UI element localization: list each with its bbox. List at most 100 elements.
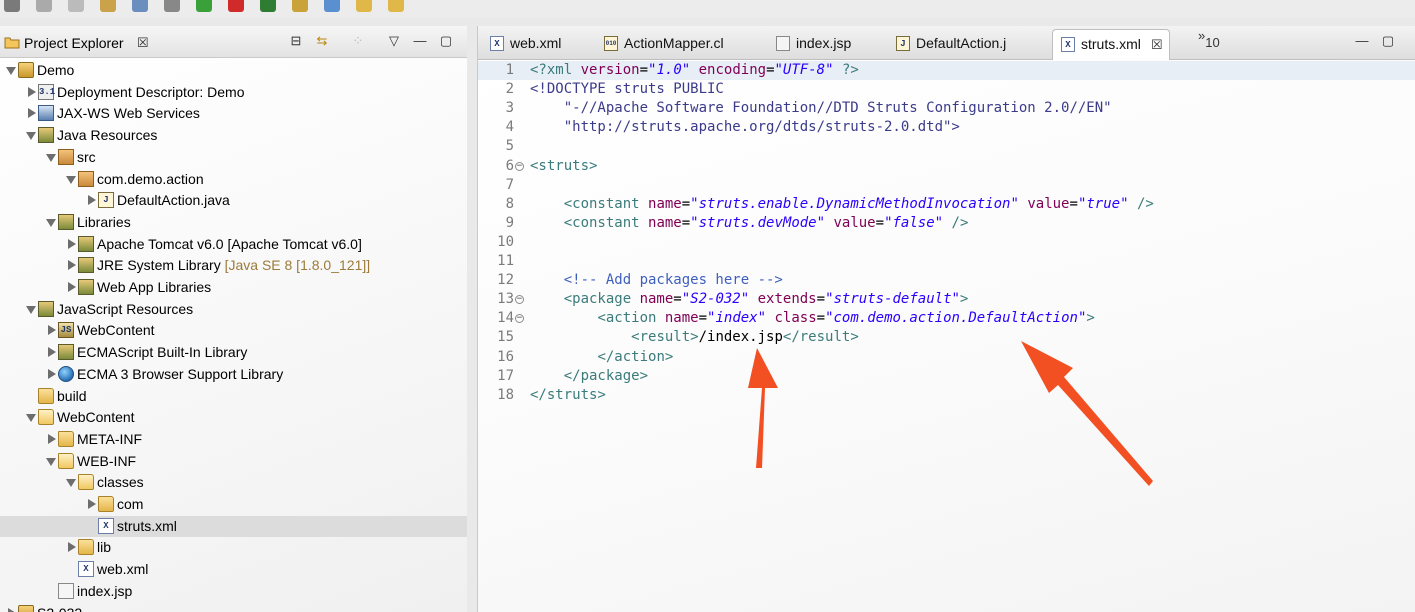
collapse-all-icon[interactable]: ⊟ [288, 34, 304, 48]
tree-item-label: META-INF [77, 430, 143, 447]
tree-item[interactable]: Demo [0, 60, 467, 81]
close-icon[interactable]: ☒ [137, 35, 149, 51]
tree-item[interactable]: Xstruts.xml [0, 515, 467, 537]
code-line[interactable]: 11 [478, 252, 1415, 271]
search-icon[interactable] [164, 0, 180, 12]
editor-minimize-icon[interactable]: — [1354, 34, 1370, 48]
editor-maximize-icon[interactable]: ▢ [1380, 34, 1396, 48]
close-tab-icon[interactable]: ☒ [1151, 30, 1163, 59]
collapse-arrow-icon[interactable] [8, 607, 16, 612]
expand-arrow-icon[interactable] [26, 305, 36, 314]
tree-item[interactable]: WebContent [0, 407, 467, 428]
code-line[interactable]: 9 <constant name="struts.devMode" value=… [478, 214, 1415, 233]
tree-item[interactable]: 3.1 Deployment Descriptor: Demo [0, 82, 467, 103]
tree-item[interactable]: S2-032 [0, 603, 467, 612]
code-line[interactable]: 2 <!DOCTYPE struts PUBLIC [478, 80, 1415, 99]
tree-item[interactable]: JS WebContent [0, 320, 467, 341]
fold-toggle-icon[interactable]: − [515, 295, 524, 305]
code-editor[interactable]: 1 <?xml version="1.0" encoding="UTF-8" ?>… [478, 60, 1415, 612]
tree-item[interactable]: Libraries [0, 212, 467, 233]
expand-arrow-icon[interactable] [46, 218, 56, 227]
expand-arrow-icon[interactable] [46, 457, 56, 466]
collapse-arrow-icon[interactable] [68, 282, 76, 292]
back-icon[interactable] [356, 0, 372, 12]
run-icon[interactable] [196, 0, 212, 12]
code-line[interactable]: 18 </struts> [478, 386, 1415, 405]
collapse-arrow-icon[interactable] [48, 433, 56, 444]
code-line[interactable]: 10 [478, 233, 1415, 252]
new-icon[interactable] [4, 0, 20, 12]
collapse-arrow-icon[interactable] [68, 238, 76, 249]
server-icon[interactable] [260, 0, 276, 12]
code-line[interactable]: 12 <!-- Add packages here --> [478, 271, 1415, 290]
tree-item[interactable]: ECMA 3 Browser Support Library [0, 364, 467, 385]
code-line[interactable]: 1 <?xml version="1.0" encoding="UTF-8" ?> [478, 61, 1415, 80]
collapse-arrow-icon[interactable] [48, 347, 56, 358]
code-line[interactable]: 14− <action name="index" class="com.demo… [478, 309, 1415, 328]
code-line[interactable]: 8 <constant name="struts.enable.DynamicM… [478, 195, 1415, 214]
tree-item[interactable]: Web App Libraries [0, 277, 467, 298]
collapse-arrow-icon[interactable] [28, 86, 36, 97]
save-icon[interactable] [36, 0, 52, 12]
tree-item[interactable]: classes [0, 472, 467, 493]
code-line[interactable]: 4 "http://struts.apache.org/dtds/struts-… [478, 118, 1415, 137]
expand-arrow-icon[interactable] [6, 67, 16, 75]
code-line[interactable]: 3 "-//Apache Software Foundation//DTD St… [478, 99, 1415, 118]
collapse-arrow-icon[interactable] [48, 325, 56, 336]
tree-item[interactable]: lib [0, 537, 467, 558]
fold-toggle-icon[interactable]: − [515, 314, 524, 324]
tree-item[interactable]: JRE System Library [Java SE 8 [1.8.0_121… [0, 255, 467, 276]
tree-item[interactable]: META-INF [0, 429, 467, 450]
collapse-arrow-icon[interactable] [68, 542, 76, 553]
expand-arrow-icon[interactable] [46, 153, 56, 162]
tree-item[interactable]: com.demo.action [0, 169, 467, 190]
collapse-arrow-icon[interactable] [68, 260, 76, 271]
view-menu-icon[interactable]: ▽ [386, 34, 402, 48]
tab-overflow-button[interactable]: »10 [1198, 28, 1220, 50]
tree-item[interactable]: build [0, 386, 467, 407]
collapse-arrow-icon[interactable] [28, 108, 36, 119]
expand-arrow-icon[interactable] [26, 414, 36, 423]
code-line[interactable]: 5 [478, 137, 1415, 156]
code-line[interactable]: 15 <result>/index.jsp</result> [478, 328, 1415, 347]
tree-item[interactable]: ECMAScript Built-In Library [0, 342, 467, 363]
print-icon[interactable] [100, 0, 116, 12]
tab-struts-xml[interactable]: Xstruts.xml ☒ [1052, 29, 1170, 60]
tab-index-jsp[interactable]: index.jsp [768, 29, 880, 60]
debug-icon[interactable] [132, 0, 148, 12]
tab-defaultaction-j[interactable]: J DefaultAction.j [888, 29, 1046, 60]
external-tools-icon[interactable] [324, 0, 340, 12]
tree-item[interactable]: JAX-WS Web Services [0, 103, 467, 124]
forward-icon[interactable] [388, 0, 404, 12]
link-with-editor-icon[interactable]: ⇆ [314, 34, 330, 48]
tree-item[interactable]: WEB-INF [0, 451, 467, 472]
expand-arrow-icon[interactable] [26, 132, 36, 141]
tree-item[interactable]: index.jsp [0, 581, 467, 602]
tree-item[interactable]: Apache Tomcat v6.0 [Apache Tomcat v6.0] [0, 234, 467, 255]
code-line[interactable]: 13− <package name="S2-032" extends="stru… [478, 290, 1415, 309]
collapse-arrow-icon[interactable] [88, 499, 96, 509]
tab-actionmapper-cl[interactable]: 010 ActionMapper.cl [596, 29, 762, 60]
collapse-arrow-icon[interactable] [88, 195, 96, 206]
open-type-icon[interactable] [292, 0, 308, 12]
code-line[interactable]: 16 </action> [478, 348, 1415, 367]
save-all-icon[interactable] [68, 0, 84, 12]
collapse-arrow-icon[interactable] [48, 368, 56, 379]
tree-item[interactable]: com [0, 494, 467, 515]
tree-item[interactable]: J DefaultAction.java [0, 190, 467, 211]
fold-toggle-icon[interactable]: − [515, 161, 524, 171]
tab-web-xml[interactable]: Xweb.xml [482, 29, 590, 60]
expand-arrow-icon[interactable] [66, 175, 76, 184]
code-line[interactable]: 17 </package> [478, 367, 1415, 386]
expand-arrow-icon[interactable] [66, 479, 76, 488]
tree-item[interactable]: src [0, 147, 467, 168]
minimize-icon[interactable]: — [412, 34, 428, 48]
maximize-icon[interactable]: ▢ [438, 34, 454, 48]
code-line[interactable]: 6− <struts> [478, 157, 1415, 176]
tree-item[interactable]: Java Resources [0, 125, 467, 146]
tree-item[interactable]: JavaScript Resources [0, 299, 467, 320]
tree-item[interactable]: Xweb.xml [0, 559, 467, 580]
focus-icon[interactable]: ⁘ [350, 34, 366, 48]
code-line[interactable]: 7 [478, 176, 1415, 195]
stop-icon[interactable] [228, 0, 244, 12]
